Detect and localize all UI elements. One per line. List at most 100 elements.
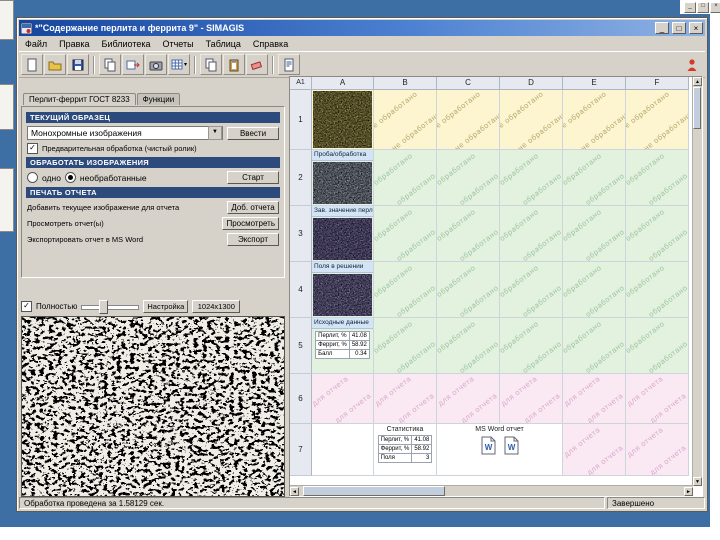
sheet-cell[interactable]: для отчета для отчета (437, 374, 500, 424)
chevron-down-icon[interactable]: ▼ (208, 126, 222, 140)
sheet-cell[interactable]: обработано обработано (374, 318, 437, 374)
column-header-C[interactable]: C (437, 77, 500, 90)
horizontal-scroll-thumb[interactable] (303, 486, 445, 496)
add-report-button[interactable]: Доб. отчета (227, 201, 279, 214)
row-header-5[interactable]: 5 (290, 318, 312, 374)
sheet-cell[interactable]: обработано обработано (563, 150, 626, 206)
open-folder-icon[interactable] (44, 54, 66, 75)
sheet-cell[interactable]: не обработано не обработано (626, 90, 689, 150)
sheet-cell[interactable]: обработано обработано (626, 150, 689, 206)
menu-file[interactable]: Файл (19, 39, 53, 49)
tab-perlit-ferrit[interactable]: Перлит-феррит ГОСТ 8233 (23, 93, 136, 105)
camera-icon[interactable] (145, 54, 167, 75)
image-type-select[interactable]: Монохромные изображения ▼ (27, 126, 223, 140)
word-report-cell[interactable]: MS Word отчет W W (437, 424, 563, 476)
sheet-cell[interactable]: обработано обработано (437, 262, 500, 318)
minimize-button[interactable]: _ (655, 22, 669, 34)
slide-thumbnail[interactable] (0, 168, 14, 232)
radio-unprocessed[interactable] (64, 172, 76, 183)
micrograph-thumbnail[interactable] (313, 162, 372, 204)
grid-settings-icon[interactable]: ▾ (168, 54, 190, 75)
row-header-6[interactable]: 6 (290, 374, 312, 424)
sheet-cell[interactable]: обработано обработано (437, 318, 500, 374)
vertical-scroll-thumb[interactable] (693, 87, 701, 129)
sheet-cell-A4[interactable]: Поля в решении (312, 262, 374, 318)
copy-icon[interactable] (99, 54, 121, 75)
sheet-cell-A7[interactable] (312, 424, 374, 476)
sheet-cell[interactable]: обработано обработано (374, 206, 437, 262)
menu-library[interactable]: Библиотека (96, 39, 157, 49)
outer-minimize-button[interactable]: _ (684, 2, 696, 13)
micrograph-thumbnail[interactable] (313, 91, 372, 148)
sheet-cell[interactable]: обработано обработано (563, 318, 626, 374)
sheet-cell[interactable]: не обработано не обработано (500, 90, 563, 150)
sheet-cell[interactable]: обработано обработано (374, 262, 437, 318)
column-header-A[interactable]: A (312, 77, 374, 90)
sheet-cell[interactable]: для отчета для отчета (626, 424, 689, 476)
paste-icon[interactable] (223, 54, 245, 75)
sheet-cell[interactable]: обработано обработано (374, 150, 437, 206)
save-icon[interactable] (67, 54, 89, 75)
sheet-cell[interactable]: не обработано не обработано (437, 90, 500, 150)
settings-button[interactable]: Настройка (143, 299, 189, 313)
menu-table[interactable]: Таблица (200, 39, 247, 49)
word-document-icon[interactable]: W (481, 436, 496, 455)
erase-icon[interactable] (246, 54, 268, 75)
horizontal-scrollbar[interactable]: ◄ ► (290, 485, 693, 496)
scroll-right-icon[interactable]: ► (684, 486, 693, 496)
radio-one[interactable] (27, 172, 38, 183)
metallograph-image[interactable] (21, 316, 285, 497)
tab-functions[interactable]: Функции (136, 93, 181, 105)
menu-reports[interactable]: Отчеты (156, 39, 199, 49)
slide-thumbnail[interactable] (0, 0, 14, 40)
sheet-cell-A3[interactable]: Зав. значение перлита (312, 206, 374, 262)
sheet-cell[interactable]: обработано обработано (500, 206, 563, 262)
outer-close-button[interactable]: × (710, 2, 720, 13)
start-button[interactable]: Старт (227, 171, 279, 184)
image-size-button[interactable]: 1024x1300 (192, 299, 241, 313)
column-header-B[interactable]: B (374, 77, 437, 90)
row-header-4[interactable]: 4 (290, 262, 312, 318)
slide-thumbnail[interactable] (0, 84, 14, 130)
sheet-cell[interactable]: для отчета для отчета (374, 374, 437, 424)
sheet-cell[interactable]: для отчета для отчета (563, 424, 626, 476)
sheet-cell[interactable]: не обработано не обработано (374, 90, 437, 150)
export-report-button[interactable]: Экспорт (227, 233, 279, 246)
sheet-cell[interactable]: обработано обработано (437, 206, 500, 262)
column-header-E[interactable]: E (563, 77, 626, 90)
sheet-cell[interactable]: обработано обработано (563, 206, 626, 262)
menu-edit[interactable]: Правка (53, 39, 95, 49)
sheet-cell[interactable]: обработано обработано (500, 262, 563, 318)
new-page-icon[interactable] (21, 54, 43, 75)
user-person-icon[interactable] (681, 54, 703, 75)
sheet-cell[interactable]: для отчета для отчета (626, 374, 689, 424)
statistics-cell[interactable]: Статистика Перлит, % 41.08 Феррит, % 58.92 По… (374, 424, 437, 476)
word-document-icon[interactable]: W (504, 436, 519, 455)
sheet-cell-A6[interactable]: для отчета для отчета (312, 374, 374, 424)
sheet-cell-A1[interactable] (312, 90, 374, 150)
sheet-cell[interactable]: обработано обработано (626, 318, 689, 374)
sheet-cell[interactable]: обработано обработано (437, 150, 500, 206)
sheet-cell-A2[interactable]: Проба/обработка (312, 150, 374, 206)
zoom-slider[interactable] (81, 300, 140, 314)
outer-maximize-button[interactable]: □ (697, 2, 709, 13)
row-header-3[interactable]: 3 (290, 206, 312, 262)
maximize-button[interactable]: □ (672, 22, 686, 34)
scroll-left-icon[interactable]: ◄ (290, 486, 299, 496)
sheet-cell[interactable]: для отчета для отчета (500, 374, 563, 424)
sheet-cell[interactable]: для отчета для отчета (563, 374, 626, 424)
scroll-up-icon[interactable]: ▲ (693, 77, 702, 86)
sheet-cell-A5[interactable]: Исходные данные Перлит, % 41.08 Феррит, % 58… (312, 318, 374, 374)
row-header-7[interactable]: 7 (290, 424, 312, 476)
sheet-cell[interactable]: обработано обработано (563, 262, 626, 318)
sheet-cell[interactable]: обработано обработано (500, 318, 563, 374)
micrograph-thumbnail[interactable] (313, 218, 372, 260)
close-button[interactable]: × (689, 22, 703, 34)
micrograph-thumbnail[interactable] (313, 274, 372, 316)
report-icon[interactable] (278, 54, 300, 75)
scroll-down-icon[interactable]: ▼ (693, 477, 702, 486)
sheet-cell[interactable]: обработано обработано (500, 150, 563, 206)
vertical-scrollbar[interactable]: ▲ ▼ (692, 77, 702, 486)
titlebar[interactable]: *"Содержание перлита и феррита 9" - SIMA… (19, 20, 705, 36)
sheet-cell[interactable]: обработано обработано (626, 206, 689, 262)
